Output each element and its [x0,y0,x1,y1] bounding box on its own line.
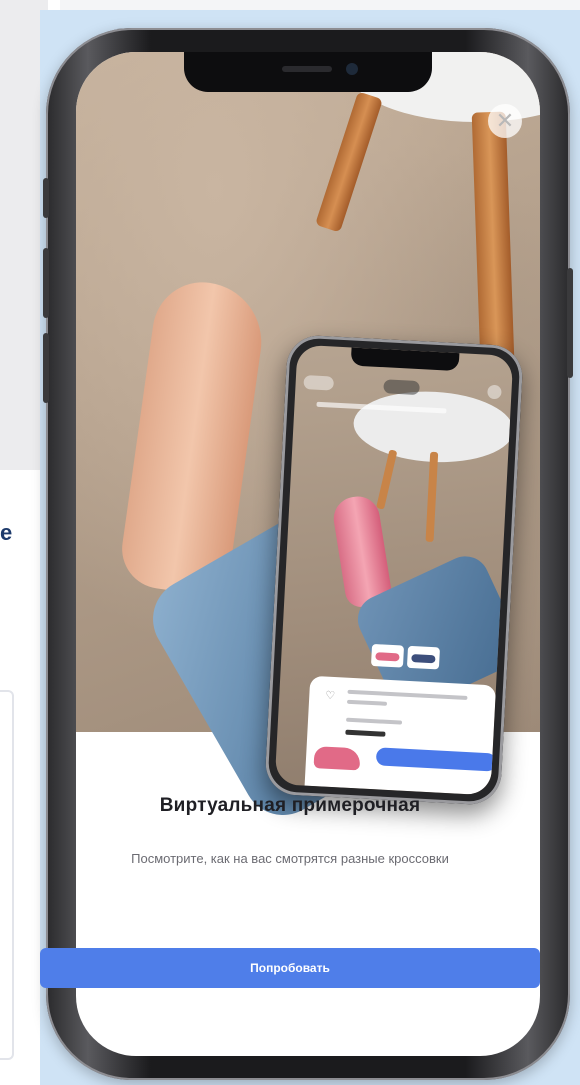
phone-camera [346,63,358,75]
photo-table-leg [471,111,515,363]
promo-subtitle: Посмотрите, как на вас смотрятся разные … [131,851,449,866]
inner-thumbnail-navy [406,645,441,670]
inner-table-leg [425,451,439,543]
phone-speaker [282,66,332,72]
phone-screen: ♡ ✕ [76,52,540,1056]
inner-heart-icon: ♡ [325,689,336,703]
photo-table-leg [315,91,383,233]
inner-product-price [345,729,386,737]
phone-notch [184,52,432,92]
phone-power-button [567,268,573,378]
inner-phone-notch [350,347,460,372]
close-icon[interactable]: ✕ [488,104,522,138]
inner-thumbnail-pink [370,643,405,668]
background-heading-fragment: e [0,520,13,545]
inner-close-icon [487,384,502,400]
inner-add-to-cart-button [375,747,497,772]
inner-table-leg [376,449,398,510]
phone-volume-up [43,248,49,318]
inner-product-card: ♡ [304,675,497,796]
inner-mode-pill [383,379,420,396]
phone-volume-down [43,333,49,403]
try-button[interactable]: Попробовать [40,948,540,988]
inner-product-name [346,699,388,706]
phone-mute-switch [43,178,49,218]
inner-phone-screen: ♡ [274,344,514,796]
inner-back-pill [303,375,335,391]
promo-title: Виртуальная примерочная [159,795,421,816]
try-on-photo: ♡ [76,52,540,830]
background-card [0,690,14,1060]
inner-phone-mockup: ♡ [264,334,524,806]
inner-product-name [347,689,468,701]
inner-sneaker-thumbnails [370,643,442,670]
inner-product-color [345,717,403,725]
inner-product-image [313,746,361,771]
phone-mockup: ♡ ✕ [43,28,573,1080]
